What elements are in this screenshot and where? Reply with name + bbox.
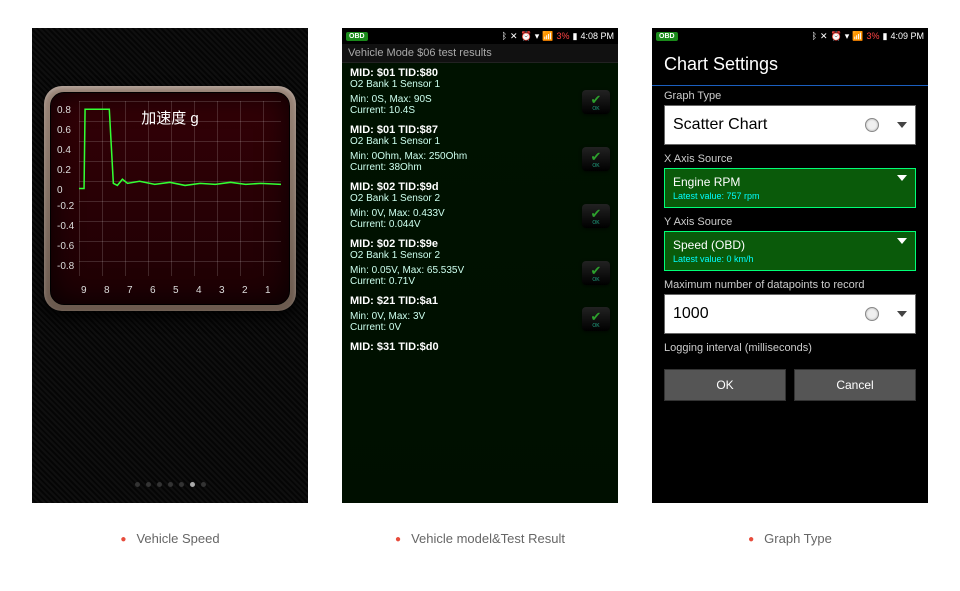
mid-tid: MID: $31 TID:$d0 [350,341,610,353]
x-axis-label: X Axis Source [664,153,916,165]
readings: Min: 0S, Max: 90SCurrent: 10.4S [350,94,610,116]
mid-tid: MID: $21 TID:$a1 [350,295,610,307]
y-axis-dropdown[interactable]: Speed (OBD) Latest value: 0 km/h [664,231,916,271]
status-bar: OBD ᛒ ✕ ⏰ ▾ 📶 3% ▮ 4:08 PM [342,28,618,44]
test-result-item: MID: $02 TID:$9dO2 Bank 1 Sensor 2 Min: 0… [342,177,618,234]
graph-type-dropdown[interactable]: Scatter Chart [664,105,916,145]
clock: 4:08 PM [580,31,614,41]
phone-chart-settings: OBD ᛒ ✕ ⏰ ▾ 📶 3% ▮ 4:09 PM Chart Setting… [652,28,928,503]
test-result-item: MID: $31 TID:$d0 [342,337,618,357]
chevron-down-icon [897,175,907,181]
chevron-down-icon [897,311,907,317]
test-result-item: MID: $02 TID:$9eO2 Bank 1 Sensor 2 Min: 0… [342,234,618,291]
wifi-icon: ▾ [845,31,850,42]
mid-tid: MID: $01 TID:$87 [350,124,610,136]
clock: 4:09 PM [890,31,924,41]
cancel-button[interactable]: Cancel [794,369,916,401]
sensor-name: O2 Bank 1 Sensor 2 [350,250,610,261]
x-axis-dropdown[interactable]: Engine RPM Latest value: 757 rpm [664,168,916,208]
ok-check-icon [582,261,610,285]
sensor-name: O2 Bank 1 Sensor 2 [350,193,610,204]
caption-2: Vehicle model&Test Result [342,531,618,546]
readings: Min: 0Ohm, Max: 250OhmCurrent: 38Ohm [350,151,610,173]
max-datapoints-label: Maximum number of datapoints to record [664,279,916,291]
mid-tid: MID: $02 TID:$9e [350,238,610,250]
logging-interval-label: Logging interval (milliseconds) [664,342,916,354]
phone-vehicle-speed: 加速度 g 0.8 0.6 0.4 0.2 0 -0.2 -0.4 -0.6 -… [32,28,308,503]
app-title: Vehicle Mode $06 test results [342,44,618,63]
readings: Min: 0.05V, Max: 65.535VCurrent: 0.71V [350,265,610,287]
test-result-item: MID: $01 TID:$87O2 Bank 1 Sensor 1 Min: 0… [342,120,618,177]
ok-check-icon [582,204,610,228]
chevron-down-icon [897,238,907,244]
readings: Min: 0V, Max: 3VCurrent: 0V [350,311,610,333]
phone-test-results: OBD ᛒ ✕ ⏰ ▾ 📶 3% ▮ 4:08 PM Vehicle Mode … [342,28,618,503]
mid-tid: MID: $02 TID:$9d [350,181,610,193]
ok-check-icon [582,90,610,114]
chart-title: 加速度 g [51,107,289,128]
caption-3: Graph Type [652,531,928,546]
chevron-down-icon [897,122,907,128]
gauge-frame: 加速度 g 0.8 0.6 0.4 0.2 0 -0.2 -0.4 -0.6 -… [44,86,296,311]
ok-button[interactable]: OK [664,369,786,401]
ok-check-icon [582,307,610,331]
graph-type-label: Graph Type [664,90,916,102]
battery-icon: ▮ [883,31,888,42]
settings-title: Chart Settings [652,44,928,86]
status-bar: OBD ᛒ ✕ ⏰ ▾ 📶 3% ▮ 4:09 PM [652,28,928,44]
sensor-name: O2 Bank 1 Sensor 1 [350,136,610,147]
test-result-item: MID: $21 TID:$a1 Min: 0V, Max: 3VCurrent:… [342,291,618,337]
mid-tid: MID: $01 TID:$80 [350,67,610,79]
alarm-icon: ⏰ [831,31,842,42]
test-result-item: MID: $01 TID:$80O2 Bank 1 Sensor 1 Min: 0… [342,63,618,120]
battery-icon: ▮ [573,31,578,42]
pager[interactable] [32,482,308,487]
wifi-icon: ▾ [535,31,540,42]
signal-icon: 📶 [852,31,863,42]
max-datapoints-dropdown[interactable]: 1000 [664,294,916,334]
bluetooth-icon: ᛒ [812,31,817,41]
caption-1: Vehicle Speed [32,531,308,546]
mute-icon: ✕ [510,31,518,42]
sensor-name: O2 Bank 1 Sensor 1 [350,79,610,90]
readings: Min: 0V, Max: 0.433VCurrent: 0.044V [350,208,610,230]
mute-icon: ✕ [820,31,828,42]
y-axis-label: Y Axis Source [664,216,916,228]
bluetooth-icon: ᛒ [502,31,507,41]
alarm-icon: ⏰ [521,31,532,42]
ok-check-icon [582,147,610,171]
signal-icon: 📶 [542,31,553,42]
